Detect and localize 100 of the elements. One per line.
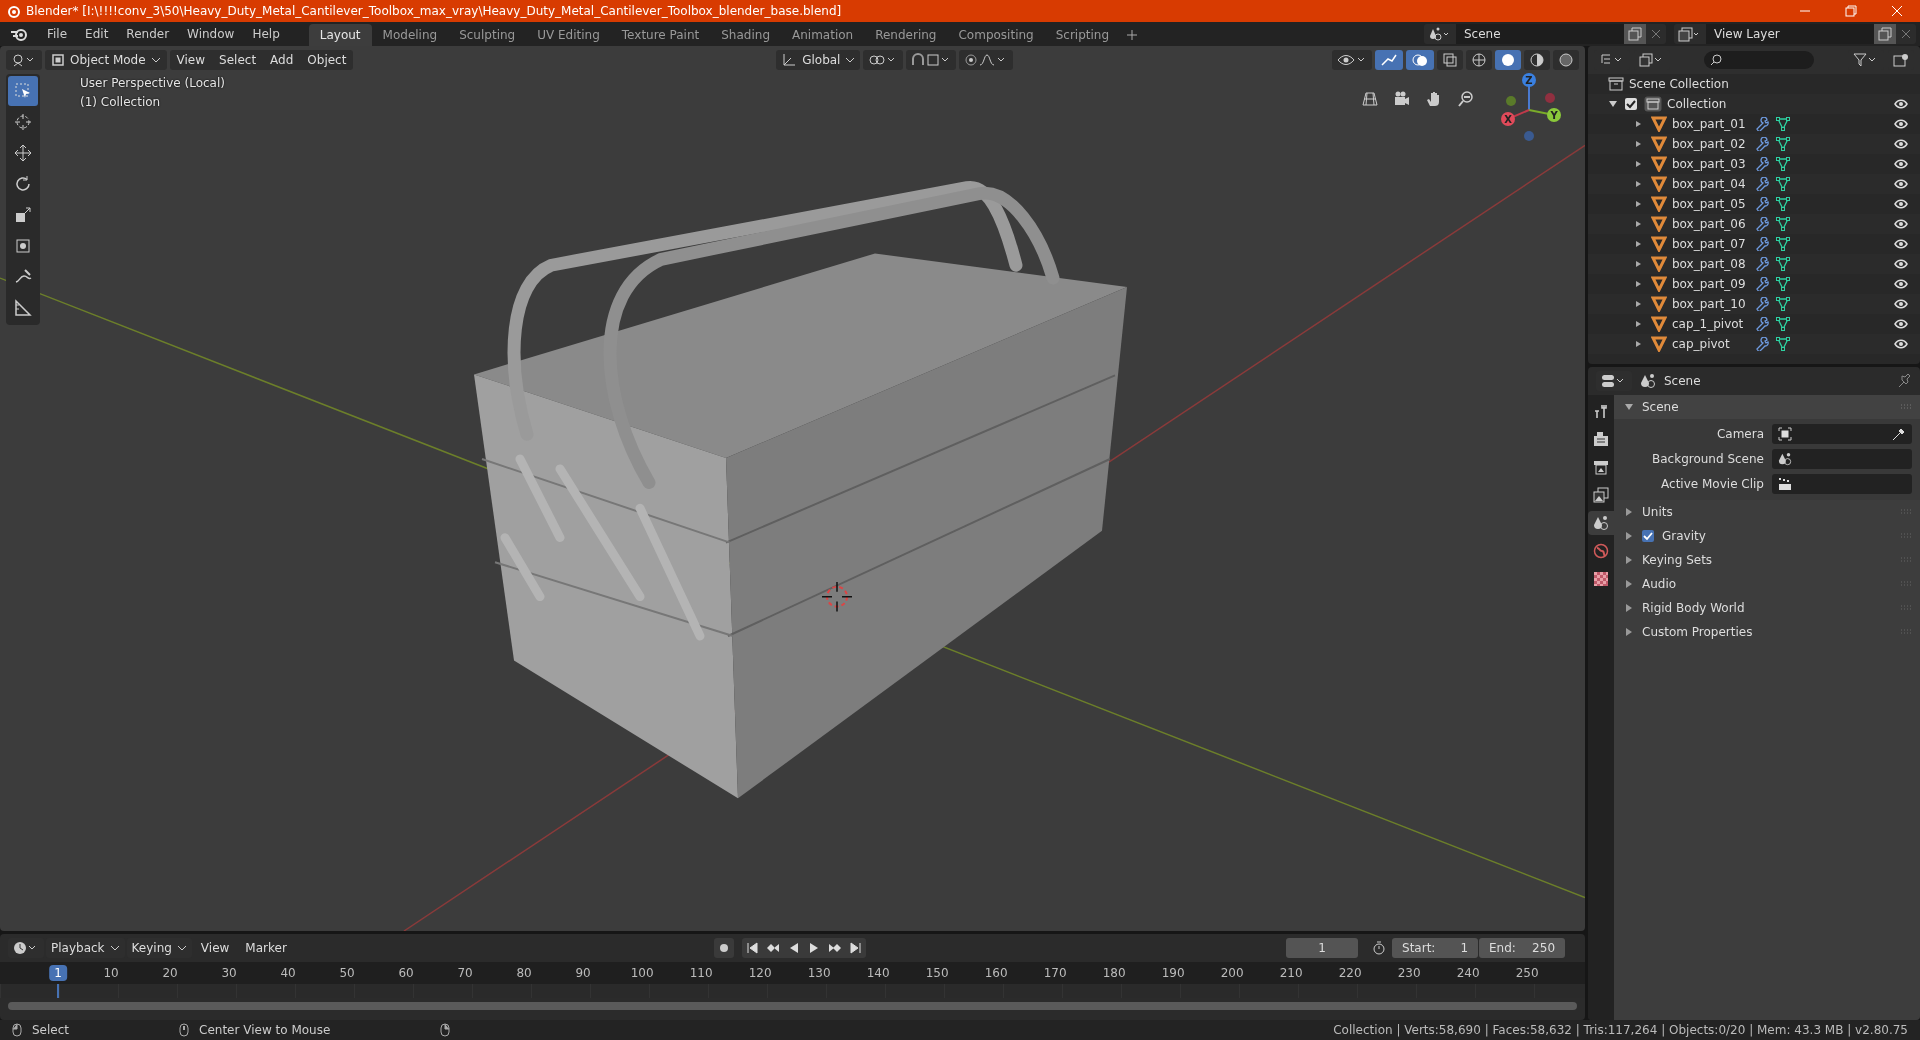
object-label[interactable]: box_part_10 <box>1672 297 1748 311</box>
duplicate-icon[interactable] <box>1874 24 1896 44</box>
object-label[interactable]: cap_pivot <box>1672 337 1748 351</box>
panel-checkbox[interactable] <box>1642 530 1654 542</box>
expand-arrow-icon[interactable] <box>1624 627 1634 637</box>
eye-icon[interactable] <box>1894 279 1908 289</box>
blender-logo-icon[interactable] <box>10 26 28 42</box>
expand-arrow-icon[interactable] <box>1624 507 1634 517</box>
start-frame-field[interactable]: Start: 1 <box>1392 938 1478 958</box>
object-label[interactable]: box_part_03 <box>1672 157 1748 171</box>
3d-viewport[interactable]: Object Mode View Select Add Object Global User Perspective (Local) (1) Collection X Y Z <box>0 46 1585 931</box>
proportional-editing-icon[interactable] <box>959 50 1014 70</box>
viewport-menu-item[interactable]: Add <box>263 53 301 67</box>
xray-icon[interactable] <box>1437 50 1463 70</box>
mesh-data-icon[interactable] <box>1776 117 1790 131</box>
menu-item[interactable]: Edit <box>76 27 118 41</box>
eye-icon[interactable] <box>1894 159 1908 169</box>
object-label[interactable]: cap_1_pivot <box>1672 317 1748 331</box>
eye-icon[interactable] <box>1894 319 1908 329</box>
mesh-data-icon[interactable] <box>1776 237 1790 251</box>
mesh-data-icon[interactable] <box>1776 317 1790 331</box>
clip-field[interactable] <box>1772 474 1912 494</box>
eye-icon[interactable] <box>1894 219 1908 229</box>
mesh-data-icon[interactable] <box>1776 157 1790 171</box>
object-label[interactable]: box_part_06 <box>1672 217 1748 231</box>
wrench-icon[interactable] <box>1755 337 1769 351</box>
eye-icon[interactable] <box>1894 339 1908 349</box>
editor-type-icon[interactable] <box>6 50 42 70</box>
object-label[interactable]: box_part_02 <box>1672 137 1748 151</box>
collapse-arrow-icon[interactable] <box>1624 402 1634 412</box>
wrench-icon[interactable] <box>1755 317 1769 331</box>
workspace-tab[interactable]: Compositing <box>947 24 1045 46</box>
scene-collection-label[interactable]: Scene Collection <box>1629 77 1729 91</box>
mesh-data-icon[interactable] <box>1776 177 1790 191</box>
workspace-tab[interactable]: Animation <box>781 24 865 46</box>
mesh-data-icon[interactable] <box>1776 137 1790 151</box>
wrench-icon[interactable] <box>1755 257 1769 271</box>
panel-title[interactable]: Units <box>1642 505 1673 519</box>
mesh-data-icon[interactable] <box>1776 197 1790 211</box>
end-frame-field[interactable]: End: 250 <box>1479 938 1565 958</box>
panel-title[interactable]: Scene <box>1642 400 1679 414</box>
eye-icon[interactable] <box>1894 199 1908 209</box>
wrench-icon[interactable] <box>1755 137 1769 151</box>
workspace-tab[interactable]: Layout <box>308 24 372 46</box>
viewport-menu-item[interactable]: Select <box>212 53 264 67</box>
expand-arrow-icon[interactable] <box>1624 555 1634 565</box>
menu-item[interactable]: Window <box>178 27 244 41</box>
panel-title[interactable]: Rigid Body World <box>1642 601 1745 615</box>
timeline-menu[interactable]: Marker <box>238 941 294 955</box>
wrench-icon[interactable] <box>1755 217 1769 231</box>
eye-icon[interactable] <box>1894 239 1908 249</box>
workspace-tab[interactable]: Modeling <box>371 24 449 46</box>
wrench-icon[interactable] <box>1755 197 1769 211</box>
record-button[interactable] <box>713 938 734 958</box>
mesh-data-icon[interactable] <box>1776 337 1790 351</box>
workspace-tab[interactable]: Shading <box>710 24 781 46</box>
panel-title[interactable]: Keying Sets <box>1642 553 1713 567</box>
panel-title[interactable]: Gravity <box>1662 529 1706 543</box>
workspace-tab[interactable]: Scripting <box>1044 24 1121 46</box>
eye-icon[interactable] <box>1894 179 1908 189</box>
wrench-icon[interactable] <box>1755 157 1769 171</box>
eye-icon[interactable] <box>1894 259 1908 269</box>
outliner-search-field[interactable] <box>1704 51 1814 69</box>
orientation-dropdown[interactable]: Global <box>776 50 861 70</box>
rendered-shading-icon[interactable] <box>1553 50 1579 70</box>
solid-shading-icon[interactable] <box>1495 50 1521 70</box>
viewport-menu-item[interactable]: Object <box>300 53 354 67</box>
expand-arrow-icon[interactable] <box>1608 99 1618 109</box>
object-label[interactable]: box_part_07 <box>1672 237 1748 251</box>
mesh-data-icon[interactable] <box>1776 297 1790 311</box>
pivot-icon[interactable] <box>863 50 904 70</box>
wrench-icon[interactable] <box>1755 177 1769 191</box>
collection-checkbox[interactable] <box>1625 98 1637 110</box>
menu-item[interactable]: Help <box>243 27 289 41</box>
menu-item[interactable]: File <box>38 27 77 41</box>
panel-title[interactable]: Custom Properties <box>1642 625 1753 639</box>
menu-item[interactable]: Render <box>117 27 179 41</box>
timeline-scrollbar[interactable] <box>8 1002 1577 1010</box>
mode-dropdown[interactable]: Object Mode <box>45 50 167 70</box>
mesh-data-icon[interactable] <box>1776 217 1790 231</box>
expand-arrow-icon[interactable] <box>1624 579 1634 589</box>
expand-arrow-icon[interactable] <box>1624 603 1634 613</box>
object-label[interactable]: box_part_04 <box>1672 177 1748 191</box>
panel-title[interactable]: Audio <box>1642 577 1677 591</box>
collection-label[interactable]: Collection <box>1667 97 1727 111</box>
eye-icon[interactable] <box>1894 299 1908 309</box>
camera-field[interactable] <box>1772 424 1912 444</box>
mesh-data-icon[interactable] <box>1776 277 1790 291</box>
scene-tab-icon[interactable] <box>1588 511 1614 535</box>
wrench-icon[interactable] <box>1755 237 1769 251</box>
timeline-menu[interactable]: View <box>193 941 237 955</box>
overlay-toggle-icon[interactable] <box>1406 50 1434 70</box>
drag-handle-icon[interactable] <box>1900 404 1912 410</box>
wireframe-shading-icon[interactable] <box>1466 50 1492 70</box>
duplicate-icon[interactable] <box>1624 24 1646 44</box>
select-tool-icon[interactable] <box>8 76 38 106</box>
gizmo-toggle-icon[interactable] <box>1375 50 1403 70</box>
workspace-tab[interactable]: UV Editing <box>526 24 611 46</box>
scene-field[interactable] <box>1772 449 1912 469</box>
object-label[interactable]: box_part_01 <box>1672 117 1748 131</box>
